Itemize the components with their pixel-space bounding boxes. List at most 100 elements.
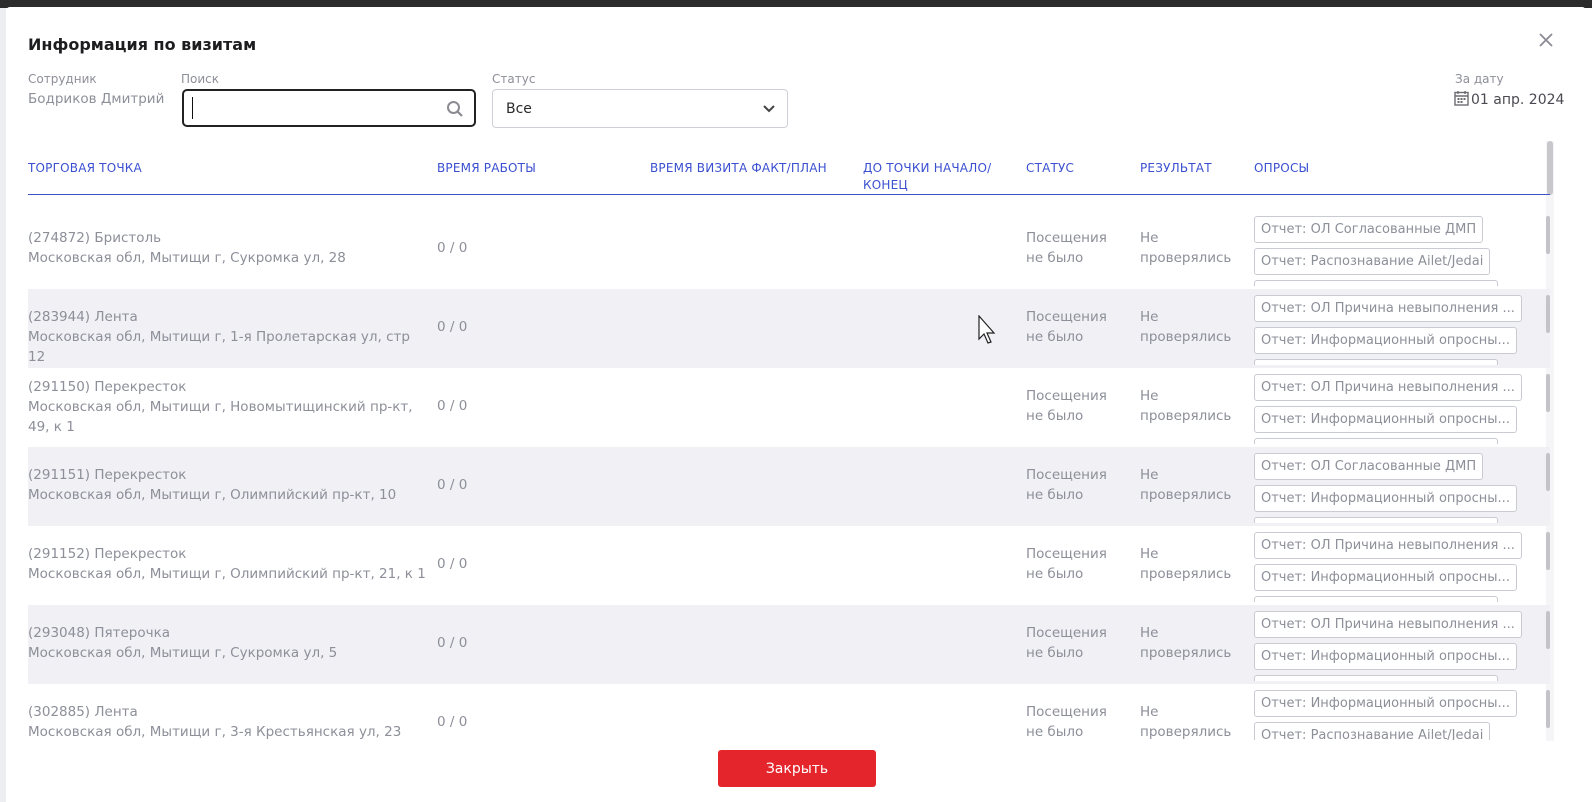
surveys-scrollbar[interactable] bbox=[1546, 690, 1550, 728]
outlet-name: (274872) Бристоль bbox=[28, 230, 162, 246]
survey-report-chip-partial[interactable] bbox=[1254, 517, 1498, 523]
work-time-cell: 0 / 0 bbox=[437, 398, 468, 414]
survey-report-chip-partial[interactable] bbox=[1254, 675, 1498, 681]
status-select[interactable]: Все bbox=[492, 89, 788, 128]
survey-report-chip[interactable]: Отчет: ОЛ Согласованные ДМП bbox=[1254, 216, 1484, 243]
surveys-scrollbar[interactable] bbox=[1546, 453, 1550, 491]
table-row[interactable]: (291151) Перекресток Московская обл, Мыти… bbox=[28, 447, 1550, 526]
modal-title: Информация по визитам bbox=[28, 35, 257, 54]
outlet-cell: (302885) Лента Московская обл, Мытищи г, … bbox=[28, 702, 428, 740]
search-icon[interactable] bbox=[446, 100, 464, 118]
employee-value: Бодриков Дмитрий bbox=[28, 91, 165, 107]
status-cell: Посещения не было bbox=[1026, 309, 1107, 345]
survey-report-chip[interactable]: Отчет: ОЛ Согласованные ДМП bbox=[1254, 453, 1484, 480]
search-label: Поиск bbox=[181, 72, 220, 86]
outlet-cell: (291150) Перекресток Московская обл, Мыти… bbox=[28, 377, 428, 437]
outlet-address: Московская обл, Мытищи г, Сукромка ул, 5 bbox=[28, 645, 338, 661]
survey-report-chip[interactable]: Отчет: ОЛ Причина невыполнения ... bbox=[1254, 532, 1522, 559]
table-row[interactable]: (291152) Перекресток Московская обл, Мыти… bbox=[28, 526, 1550, 605]
table-row[interactable]: (302885) Лента Московская обл, Мытищи г, … bbox=[28, 684, 1550, 740]
result-cell: Не проверялись bbox=[1140, 546, 1232, 582]
column-header-result[interactable]: РЕЗУЛЬТАТ bbox=[1140, 160, 1212, 177]
table-row[interactable]: (291150) Перекресток Московская обл, Мыти… bbox=[28, 368, 1550, 447]
date-value: 01 апр. 2024 bbox=[1471, 92, 1565, 108]
outlet-name: (302885) Лента bbox=[28, 704, 138, 720]
surveys-cell: Отчет: Информационный опросны... Отчет: Р… bbox=[1254, 690, 1532, 740]
outlet-address: Московская обл, Мытищи г, 1-я Пролетарск… bbox=[28, 329, 410, 365]
survey-report-chip[interactable]: Отчет: ОЛ Причина невыполнения ... bbox=[1254, 374, 1522, 401]
survey-report-chip[interactable]: Отчет: ОЛ Причина невыполнения ... bbox=[1254, 295, 1522, 322]
surveys-cell: Отчет: ОЛ Согласованные ДМП Отчет: Информ… bbox=[1254, 453, 1532, 523]
chevron-down-icon bbox=[761, 100, 777, 116]
surveys-cell: Отчет: ОЛ Причина невыполнения ... Отчет:… bbox=[1254, 611, 1532, 681]
date-picker[interactable]: 01 апр. 2024 bbox=[1454, 90, 1564, 110]
work-time-cell: 0 / 0 bbox=[437, 556, 468, 572]
survey-report-chip[interactable]: Отчет: Информационный опросны... bbox=[1254, 643, 1517, 670]
survey-report-chip-partial[interactable] bbox=[1254, 596, 1498, 602]
table-header: ТОРГОВАЯ ТОЧКА ВРЕМЯ РАБОТЫ ВРЕМЯ ВИЗИТА… bbox=[28, 157, 1550, 195]
column-header-visit-time[interactable]: ВРЕМЯ ВИЗИТА ФАКТ/ПЛАН bbox=[650, 160, 827, 177]
column-header-outlet[interactable]: ТОРГОВАЯ ТОЧКА bbox=[28, 160, 142, 177]
work-time-cell: 0 / 0 bbox=[437, 635, 468, 651]
work-time-cell: 0 / 0 bbox=[437, 319, 468, 335]
work-time-cell: 0 / 0 bbox=[437, 240, 468, 256]
search-input[interactable] bbox=[192, 97, 442, 119]
survey-report-chip[interactable]: Отчет: Информационный опросны... bbox=[1254, 406, 1517, 433]
outlet-name: (293048) Пятерочка bbox=[28, 625, 171, 641]
surveys-scrollbar[interactable] bbox=[1546, 611, 1550, 649]
status-select-value: Все bbox=[506, 101, 532, 117]
survey-report-chip-partial[interactable] bbox=[1254, 438, 1498, 444]
survey-report-chip[interactable]: Отчет: Информационный опросны... bbox=[1254, 327, 1517, 354]
outlet-address: Московская обл, Мытищи г, Олимпийский пр… bbox=[28, 566, 426, 582]
status-cell: Посещения не было bbox=[1026, 388, 1107, 424]
visits-info-modal: Информация по визитам Сотрудник Бодриков… bbox=[6, 7, 1586, 795]
status-cell: Посещения не было bbox=[1026, 625, 1107, 661]
table-body: (274872) Бристоль Московская обл, Мытищи … bbox=[28, 210, 1550, 740]
outlet-address: Московская обл, Мытищи г, Новомытищински… bbox=[28, 399, 413, 435]
close-icon[interactable] bbox=[1534, 31, 1558, 55]
date-label: За дату bbox=[1455, 72, 1504, 86]
surveys-cell: Отчет: ОЛ Причина невыполнения ... Отчет:… bbox=[1254, 295, 1532, 365]
outlet-name: (291150) Перекресток bbox=[28, 379, 187, 395]
survey-report-chip-partial[interactable] bbox=[1254, 359, 1498, 365]
table-row[interactable]: (274872) Бристоль Московская обл, Мытищи … bbox=[28, 210, 1550, 289]
surveys-scrollbar[interactable] bbox=[1546, 216, 1550, 254]
survey-report-chip[interactable]: Отчет: Распознавание Ailet/Jedai bbox=[1254, 722, 1491, 740]
survey-report-chip[interactable]: Отчет: Информационный опросны... bbox=[1254, 564, 1517, 591]
calendar-icon bbox=[1454, 90, 1469, 110]
survey-report-chip-partial[interactable] bbox=[1254, 280, 1498, 286]
result-cell: Не проверялись bbox=[1140, 230, 1232, 266]
outlet-name: (283944) Лента bbox=[28, 309, 138, 325]
surveys-cell: Отчет: ОЛ Согласованные ДМП Отчет: Распоз… bbox=[1254, 216, 1532, 286]
outlet-name: (291151) Перекресток bbox=[28, 467, 187, 483]
employee-label: Сотрудник bbox=[28, 72, 97, 86]
column-header-surveys[interactable]: ОПРОСЫ bbox=[1254, 160, 1309, 177]
status-cell: Посещения не было bbox=[1026, 704, 1107, 740]
outlet-address: Московская обл, Мытищи г, Сукромка ул, 2… bbox=[28, 250, 346, 266]
result-cell: Не проверялись bbox=[1140, 704, 1232, 740]
status-cell: Посещения не было bbox=[1026, 546, 1107, 582]
surveys-scrollbar[interactable] bbox=[1546, 532, 1550, 570]
survey-report-chip[interactable]: Отчет: Распознавание Ailet/Jedai bbox=[1254, 248, 1491, 275]
search-field[interactable] bbox=[182, 89, 476, 127]
survey-report-chip[interactable]: Отчет: Информационный опросны... bbox=[1254, 690, 1517, 717]
outlet-cell: (283944) Лента Московская обл, Мытищи г, … bbox=[28, 307, 428, 367]
status-cell: Посещения не было bbox=[1026, 467, 1107, 503]
column-header-to-point[interactable]: ДО ТОЧКИ НАЧАЛО/ КОНЕЦ bbox=[863, 160, 1003, 194]
column-header-work-time[interactable]: ВРЕМЯ РАБОТЫ bbox=[437, 160, 536, 177]
survey-report-chip[interactable]: Отчет: Информационный опросны... bbox=[1254, 485, 1517, 512]
status-cell: Посещения не было bbox=[1026, 230, 1107, 266]
column-header-status[interactable]: СТАТУС bbox=[1026, 160, 1074, 177]
table-row[interactable]: (293048) Пятерочка Московская обл, Мытищи… bbox=[28, 605, 1550, 684]
work-time-cell: 0 / 0 bbox=[437, 477, 468, 493]
result-cell: Не проверялись bbox=[1140, 309, 1232, 345]
close-button[interactable]: Закрыть bbox=[718, 750, 876, 787]
surveys-scrollbar[interactable] bbox=[1546, 295, 1550, 333]
outlet-cell: (291152) Перекресток Московская обл, Мыти… bbox=[28, 544, 428, 584]
result-cell: Не проверялись bbox=[1140, 467, 1232, 503]
survey-report-chip[interactable]: Отчет: ОЛ Причина невыполнения ... bbox=[1254, 611, 1522, 638]
surveys-cell: Отчет: ОЛ Причина невыполнения ... Отчет:… bbox=[1254, 532, 1532, 602]
surveys-scrollbar[interactable] bbox=[1546, 374, 1550, 412]
table-row[interactable]: (283944) Лента Московская обл, Мытищи г, … bbox=[28, 289, 1550, 368]
outlet-address: Московская обл, Мытищи г, 3-я Крестьянск… bbox=[28, 724, 402, 740]
